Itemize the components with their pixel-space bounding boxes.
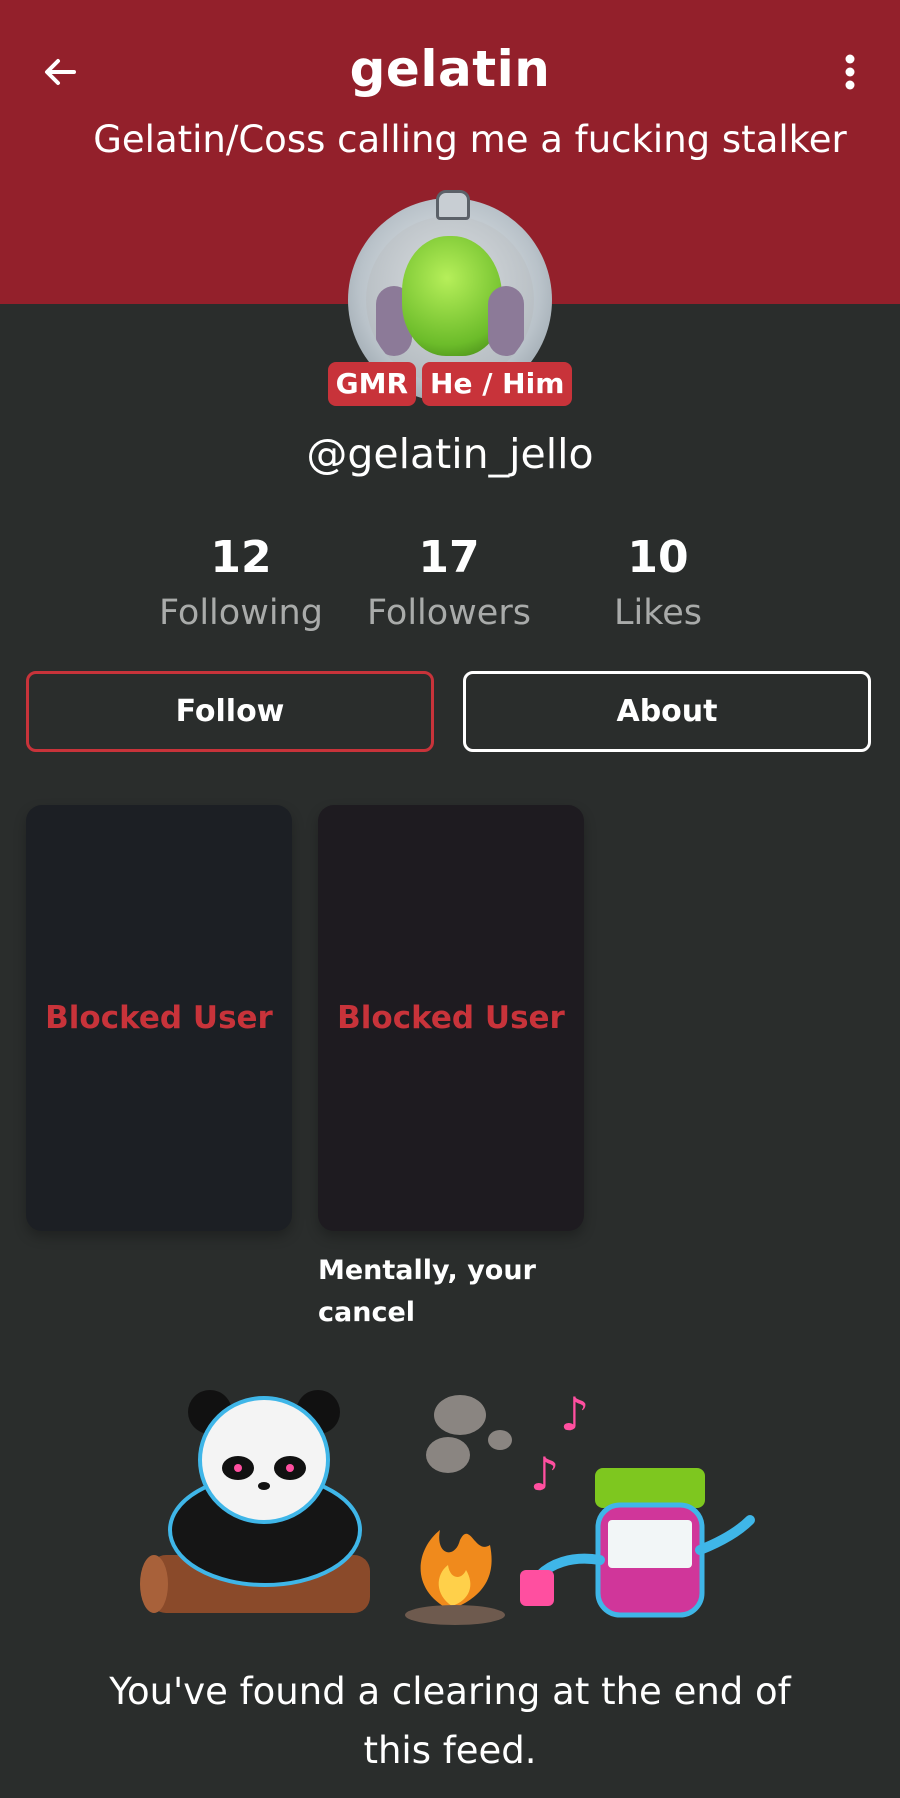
- music-note-icon: ♪: [530, 1447, 559, 1501]
- smoke-puff: [488, 1430, 512, 1450]
- jelly-character: [402, 236, 502, 356]
- more-options-button[interactable]: [820, 42, 880, 102]
- stat-followers-value: 17: [418, 532, 480, 583]
- page-title: gelatin: [349, 40, 551, 98]
- post-card[interactable]: Blocked User: [26, 805, 292, 1231]
- badge-gmr: GMR: [327, 362, 417, 406]
- stat-likes-label: Likes: [613, 593, 702, 633]
- log-end: [140, 1555, 168, 1613]
- smoke-puff: [426, 1437, 470, 1473]
- panda-head: [198, 1396, 330, 1524]
- post-caption: Mentally, your cancel: [318, 1255, 536, 1328]
- post-card[interactable]: Blocked User: [318, 805, 584, 1231]
- panda-pupil-left: [234, 1464, 242, 1472]
- stat-followers-label: Followers: [367, 593, 531, 633]
- panda-pupil-right: [286, 1464, 294, 1472]
- panda-nose: [258, 1482, 270, 1490]
- username-handle: @gelatin_jello: [306, 430, 594, 478]
- stat-following-value: 12: [210, 532, 272, 583]
- badge-pronouns: He / Him: [422, 362, 573, 406]
- stat-following-label: Following: [159, 593, 323, 633]
- profile-badges: GMR He / Him: [0, 362, 900, 406]
- headphone-right: [488, 286, 524, 356]
- smoke-puff: [434, 1395, 486, 1435]
- more-vertical-icon: [845, 54, 855, 90]
- avatar-image: [366, 216, 534, 384]
- stat-following[interactable]: 12 Following: [141, 528, 341, 638]
- mug: [520, 1570, 554, 1606]
- stat-likes[interactable]: 10 Likes: [558, 528, 758, 638]
- blocked-user-label: Blocked User: [337, 1000, 565, 1036]
- jar-label: [608, 1520, 692, 1568]
- follow-button[interactable]: Follow: [26, 671, 434, 752]
- end-of-feed-message: You've found a clearing at the end of th…: [109, 1670, 791, 1772]
- avatar-frame-clasp: [436, 190, 470, 220]
- profile-status: Gelatin/Coss calling me a fucking stalke…: [93, 118, 847, 161]
- jar-arm: [695, 1515, 755, 1555]
- jar-lid: [595, 1468, 705, 1508]
- stat-likes-value: 10: [627, 532, 689, 583]
- campfire-illustration: ♪ ♪: [140, 1387, 755, 1625]
- fire-stones: [405, 1605, 505, 1625]
- about-button[interactable]: About: [463, 671, 871, 752]
- stat-followers[interactable]: 17 Followers: [349, 528, 549, 638]
- blocked-user-label: Blocked User: [45, 1000, 273, 1036]
- music-note-icon: ♪: [560, 1387, 589, 1441]
